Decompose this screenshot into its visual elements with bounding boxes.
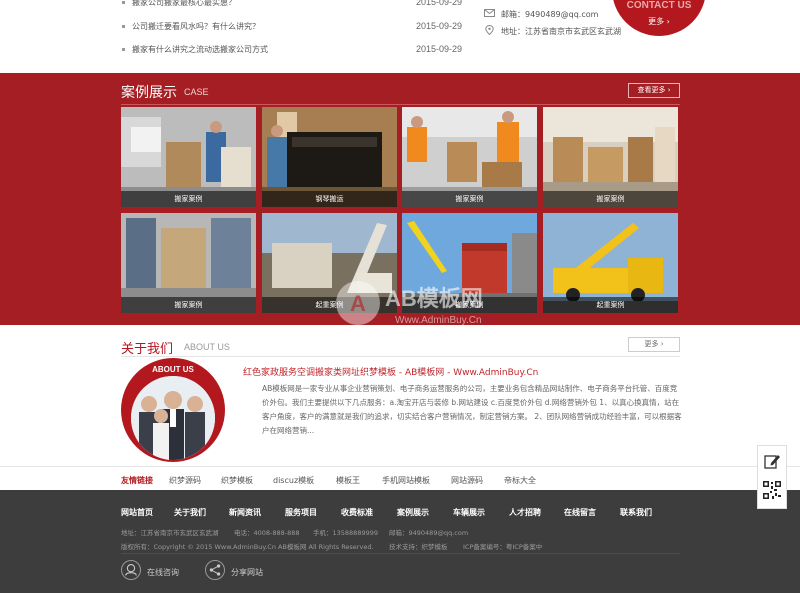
divider: [121, 356, 680, 357]
about-badge-label: ABOUT US: [152, 365, 194, 374]
footer-nav-item[interactable]: 车辆展示: [453, 507, 485, 518]
footer-copyright: 版权所有：Copyright © 2015 Www.AdminBuy.Cn AB…: [121, 543, 374, 551]
friend-links-bar: 友情链接 织梦源码 织梦模板 discuz模板 模板王 手机网站模板 网站源码 …: [0, 466, 800, 490]
friend-link[interactable]: 织梦模板: [221, 475, 253, 486]
about-more-button[interactable]: 更多 ›: [628, 337, 680, 352]
chat-icon: [121, 560, 141, 580]
case-caption: 起重案例: [262, 297, 397, 313]
bullet-icon: [122, 1, 125, 4]
friend-link[interactable]: 帝标大全: [504, 475, 536, 486]
case-section: 案例展示 CASE 查看更多 › 搬家案例 钢琴搬运 搬家案例 搬家案例 搬家案…: [0, 73, 800, 325]
news-item[interactable]: 公司搬迁要看风水吗？有什么讲究？ 2015-09-29: [122, 21, 462, 33]
footer-icp: ICP备案编号：粤ICP备案中: [463, 543, 543, 551]
case-caption: 搬家案例: [402, 297, 537, 313]
team-photo: [131, 376, 215, 460]
footer-mobile: 手机：13588889999: [313, 529, 378, 537]
bullet-icon: [122, 48, 125, 51]
footer-nav-item[interactable]: 案例展示: [397, 507, 429, 518]
case-card[interactable]: 搬家案例: [121, 213, 256, 313]
news-title[interactable]: 搬家公司搬家最核心最实惠？: [132, 0, 236, 8]
footer-address: 地址：江苏省南京市玄武区玄武湖: [121, 529, 219, 537]
qrcode-icon[interactable]: [762, 480, 782, 500]
side-float-panel: [757, 445, 787, 509]
friend-link[interactable]: 模板王: [336, 475, 360, 486]
case-caption: 起重案例: [543, 297, 678, 313]
contact-circle-title: CONTACT US: [626, 0, 692, 11]
case-title-en: CASE: [184, 87, 209, 97]
about-title-en: ABOUT US: [184, 342, 230, 352]
news-section: 搬家公司搬家最核心最实惠？ 2015-09-29 公司搬迁要看风水吗？有什么讲究…: [0, 0, 800, 73]
about-headline[interactable]: 红色家政服务空调搬家类网址织梦模板 - AB模板网 - Www.AdminBuy…: [243, 365, 538, 378]
case-card[interactable]: 搬家案例: [402, 107, 537, 207]
case-card[interactable]: 起重案例: [262, 213, 397, 313]
footer-nav-item[interactable]: 网站首页: [121, 507, 153, 518]
news-item[interactable]: 搬家公司搬家最核心最实惠？ 2015-09-29: [122, 0, 462, 9]
footer-nav-item[interactable]: 服务项目: [285, 507, 317, 518]
case-caption: 钢琴搬运: [262, 191, 397, 207]
footer-nav-item[interactable]: 人才招聘: [509, 507, 541, 518]
news-date: 2015-09-29: [415, 0, 462, 7]
share-icon: [205, 560, 225, 580]
friend-link[interactable]: 网站源码: [451, 475, 483, 486]
news-item[interactable]: 搬家有什么讲究之流动选搬家公司方式 2015-09-29: [122, 44, 462, 56]
footer-nav-item[interactable]: 关于我们: [174, 507, 206, 518]
case-title: 案例展示: [121, 85, 177, 101]
case-card[interactable]: 钢琴搬运: [262, 107, 397, 207]
bullet-icon: [122, 25, 125, 28]
contact-address: 地址：江苏省南京市玄武区玄武湖: [484, 25, 624, 37]
footer-email: 邮箱：9490489@qq.com: [389, 529, 469, 537]
friend-link[interactable]: 织梦源码: [169, 475, 201, 486]
footer-tech-support: 技术支持：织梦模板: [389, 543, 448, 551]
share-site-button[interactable]: 分享网站: [205, 560, 275, 582]
online-consult-label: 在线咨询: [147, 568, 179, 577]
about-badge-circle: ABOUT US: [121, 358, 225, 462]
case-caption: 搬家案例: [402, 191, 537, 207]
footer-nav-item[interactable]: 新闻资讯: [229, 507, 261, 518]
footer-nav-item[interactable]: 收费标准: [341, 507, 373, 518]
location-icon: [485, 25, 494, 35]
case-card[interactable]: 搬家案例: [402, 213, 537, 313]
case-caption: 搬家案例: [121, 297, 256, 313]
share-site-label: 分享网站: [231, 568, 263, 577]
case-card[interactable]: 搬家案例: [121, 107, 256, 207]
case-card[interactable]: 起重案例: [543, 213, 678, 313]
contact-email: 邮箱：9490489@qq.com: [484, 8, 604, 20]
case-caption: 搬家案例: [121, 191, 256, 207]
contact-more-link[interactable]: 更多 ›: [612, 16, 706, 27]
about-description: AB模板网是一家专业从事企业营销策划、电子商务运营服务的公司，主要业务包含精品网…: [262, 384, 682, 435]
divider: [121, 553, 680, 554]
footer-nav-item[interactable]: 在线留言: [564, 507, 596, 518]
friend-link[interactable]: 手机网站模板: [382, 475, 430, 486]
friend-link[interactable]: discuz模板: [273, 475, 314, 486]
footer-nav-item[interactable]: 联系我们: [620, 507, 652, 518]
online-consult-button[interactable]: 在线咨询: [121, 560, 191, 582]
edit-icon[interactable]: [763, 452, 781, 470]
about-photo: [131, 376, 215, 460]
news-title[interactable]: 公司搬迁要看风水吗？有什么讲究？: [132, 21, 260, 32]
case-caption: 搬家案例: [543, 191, 678, 207]
news-date: 2015-09-29: [415, 21, 462, 31]
case-more-button[interactable]: 查看更多 ›: [628, 83, 680, 98]
contact-email-text: 邮箱：9490489@qq.com: [501, 10, 599, 19]
footer: 网站首页 关于我们 新闻资讯 服务项目 收费标准 案例展示 车辆展示 人才招聘 …: [0, 490, 800, 593]
contact-address-text: 地址：江苏省南京市玄武区玄武湖: [501, 27, 621, 36]
news-date: 2015-09-29: [415, 44, 462, 54]
news-title[interactable]: 搬家有什么讲究之流动选搬家公司方式: [132, 44, 268, 55]
mail-icon: [484, 9, 495, 17]
footer-phone: 电话：4008-888-888: [234, 529, 300, 537]
contact-circle[interactable]: CONTACT US 更多 ›: [612, 0, 706, 36]
about-title: 关于我们: [121, 342, 174, 357]
case-card[interactable]: 搬家案例: [543, 107, 678, 207]
friend-links-label: 友情链接: [121, 476, 153, 485]
divider: [121, 104, 680, 105]
